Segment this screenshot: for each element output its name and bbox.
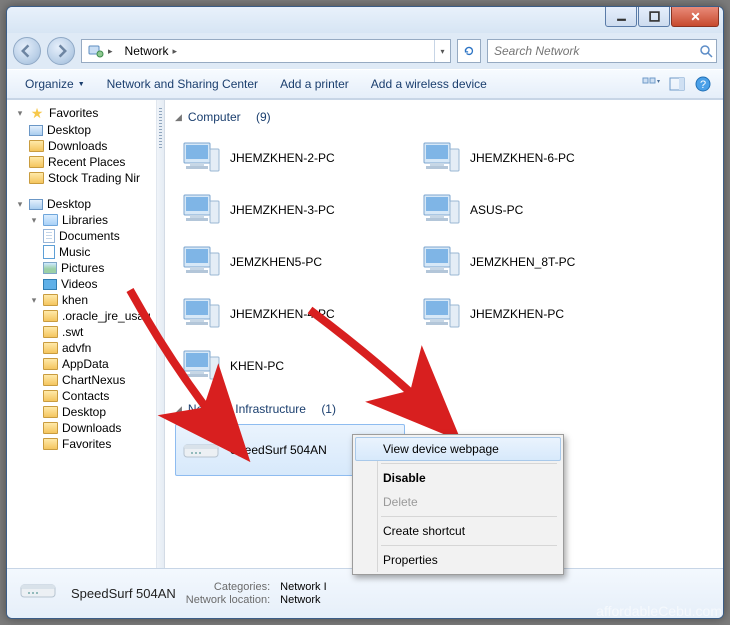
ctx-view-device-webpage[interactable]: View device webpage — [355, 437, 561, 461]
maximize-button[interactable] — [638, 7, 670, 27]
nav-userf-desktop[interactable]: Desktop — [11, 404, 156, 420]
view-options-button[interactable] — [640, 73, 662, 95]
close-button[interactable] — [671, 7, 719, 27]
nav-desktop-root[interactable]: ▾Desktop — [11, 196, 156, 212]
group-computer[interactable]: ◢Computer (9) — [175, 106, 713, 132]
network-sharing-center-button[interactable]: Network and Sharing Center — [97, 74, 268, 94]
back-button[interactable] — [13, 37, 41, 65]
help-button[interactable]: ? — [692, 73, 714, 95]
nav-userf-appdata[interactable]: AppData — [11, 356, 156, 372]
nav-user-khen[interactable]: ▾khen — [11, 292, 156, 308]
nav-userf-contacts[interactable]: Contacts — [11, 388, 156, 404]
network-computer[interactable]: KHEN-PC — [175, 340, 405, 392]
command-bar: Organize▼ Network and Sharing Center Add… — [7, 69, 723, 99]
nav-userf-oracle[interactable]: .oracle_jre_usag — [11, 308, 156, 324]
breadcrumb-network[interactable]: Network — [125, 44, 169, 58]
nav-userf-swt[interactable]: .swt — [11, 324, 156, 340]
group-network-infrastructure[interactable]: ◢Network Infrastructure (1) — [175, 398, 713, 424]
preview-pane-button[interactable] — [666, 73, 688, 95]
network-computer[interactable]: JEMZKHEN_8T-PC — [415, 236, 645, 288]
nav-userf-chartnexus[interactable]: ChartNexus — [11, 372, 156, 388]
network-computer[interactable]: JHEMZKHEN-PC — [415, 288, 645, 340]
details-thumbnail — [17, 575, 61, 613]
search-box[interactable] — [487, 39, 717, 63]
ctx-create-shortcut[interactable]: Create shortcut — [355, 519, 561, 543]
network-computer[interactable]: JHEMZKHEN-6-PC — [415, 132, 645, 184]
search-input[interactable] — [488, 44, 696, 58]
nav-userf-downloads[interactable]: Downloads — [11, 420, 156, 436]
nav-fav-downloads[interactable]: Downloads — [11, 138, 156, 154]
details-name: SpeedSurf 504AN — [71, 586, 176, 601]
refresh-button[interactable] — [457, 39, 481, 63]
nav-lib-documents[interactable]: Documents — [11, 228, 156, 244]
nav-lib-videos[interactable]: Videos — [11, 276, 156, 292]
network-computer[interactable]: JHEMZKHEN-4-PC — [175, 288, 405, 340]
details-location-value: Network — [280, 594, 326, 606]
organize-button[interactable]: Organize▼ — [15, 74, 95, 94]
address-bar[interactable]: ▸ Network▸ ▾ — [81, 39, 451, 63]
network-computer[interactable]: JEMZKHEN5-PC — [175, 236, 405, 288]
ctx-disable[interactable]: Disable — [355, 466, 561, 490]
minimize-button[interactable] — [605, 7, 637, 27]
add-wireless-device-button[interactable]: Add a wireless device — [361, 74, 497, 94]
nav-userf-advfn[interactable]: advfn — [11, 340, 156, 356]
nav-fav-stock[interactable]: Stock Trading Nir — [11, 170, 156, 186]
titlebar — [7, 7, 723, 33]
nav-userf-favorites[interactable]: Favorites — [11, 436, 156, 452]
nav-favorites[interactable]: ▾★Favorites — [11, 104, 156, 122]
details-location-label: Network location: — [186, 594, 270, 606]
forward-button[interactable] — [47, 37, 75, 65]
add-printer-button[interactable]: Add a printer — [270, 74, 359, 94]
context-menu: View device webpage Disable Delete Creat… — [352, 434, 564, 575]
nav-libraries[interactable]: ▾Libraries — [11, 212, 156, 228]
sidebar-resize-handle[interactable] — [157, 100, 165, 568]
ctx-delete: Delete — [355, 490, 561, 514]
nav-lib-music[interactable]: Music — [11, 244, 156, 260]
search-icon — [696, 44, 716, 58]
ctx-properties[interactable]: Properties — [355, 548, 561, 572]
watermark: affordableCebu.com — [596, 603, 722, 619]
navigation-pane: ▾★Favorites Desktop Downloads Recent Pla… — [7, 100, 157, 568]
nav-lib-pictures[interactable]: Pictures — [11, 260, 156, 276]
network-computer[interactable]: JHEMZKHEN-2-PC — [175, 132, 405, 184]
nav-fav-recent[interactable]: Recent Places — [11, 154, 156, 170]
nav-fav-desktop[interactable]: Desktop — [11, 122, 156, 138]
address-dropdown[interactable]: ▾ — [434, 40, 450, 62]
network-computer[interactable]: JHEMZKHEN-3-PC — [175, 184, 405, 236]
details-categories-label: Categories: — [186, 581, 270, 593]
nav-bar: ▸ Network▸ ▾ — [7, 33, 723, 69]
network-computer[interactable]: ASUS-PC — [415, 184, 645, 236]
svg-text:?: ? — [700, 79, 706, 91]
details-categories-value: Network I — [280, 581, 326, 593]
